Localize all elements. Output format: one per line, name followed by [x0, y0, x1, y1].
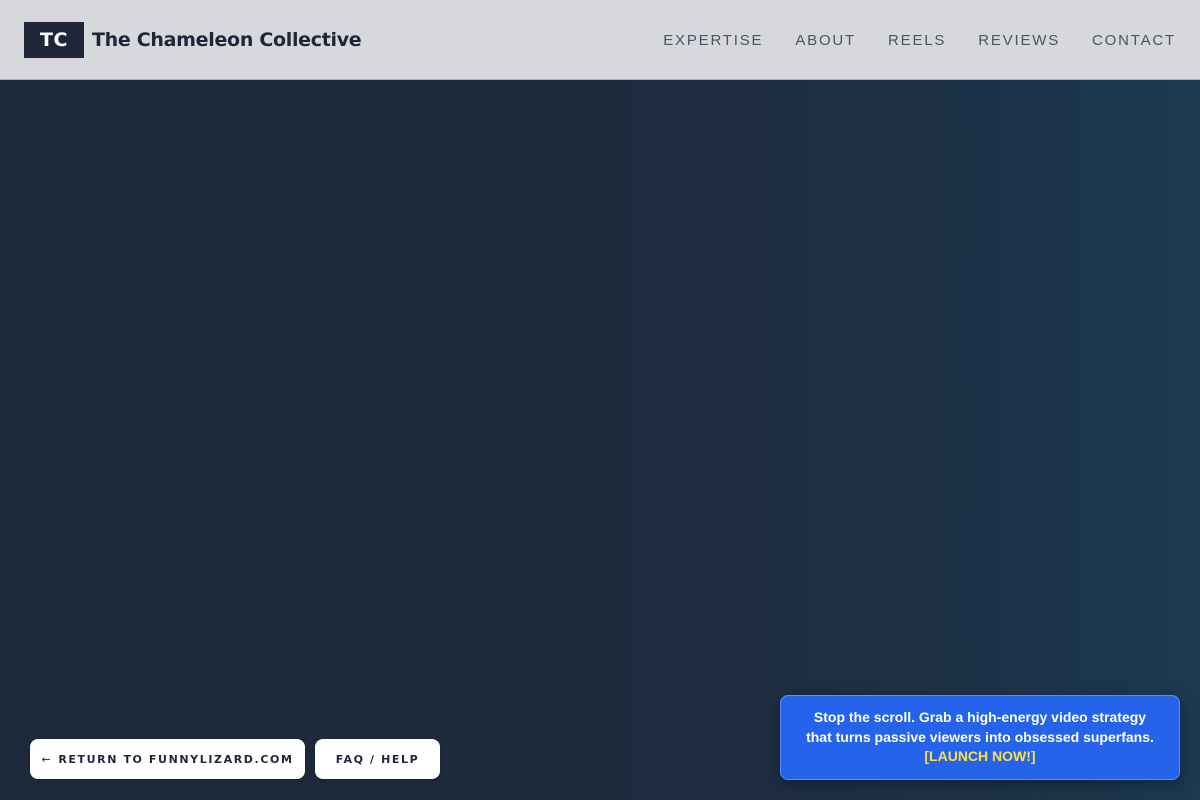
arrow-left-icon: ← — [41, 752, 53, 766]
faq-help-button[interactable]: FAQ / HELP — [315, 739, 440, 779]
launch-now-link[interactable]: [LAUNCH NOW!] — [924, 747, 1035, 767]
promo-line-1: Stop the scroll. Grab a high-energy vide… — [813, 709, 1147, 726]
nav-item-about[interactable]: ABOUT — [795, 32, 856, 49]
nav-item-contact[interactable]: CONTACT — [1092, 32, 1176, 49]
nav-item-expertise[interactable]: EXPERTISE — [663, 32, 763, 49]
return-to-site-button[interactable]: ← RETURN TO FUNNYLIZARD.COM — [30, 739, 305, 779]
nav-item-reviews[interactable]: REVIEWS — [978, 32, 1060, 49]
main-nav: EXPERTISE ABOUT REELS REVIEWS CONTACT — [663, 22, 1176, 58]
return-button-label: RETURN TO FUNNYLIZARD.COM — [58, 752, 294, 766]
promo-line-2: that turns passive viewers into obsessed… — [806, 728, 1154, 745]
faq-button-label: FAQ / HELP — [335, 752, 420, 766]
site-header: TC The Chameleon Collective EXPERTISE AB… — [0, 0, 1200, 80]
brand-name[interactable]: The Chameleon Collective — [92, 22, 362, 58]
logo-mark[interactable]: TC — [24, 22, 84, 58]
nav-item-reels[interactable]: REELS — [888, 32, 946, 49]
promo-banner[interactable]: Stop the scroll. Grab a high-energy vide… — [780, 695, 1180, 780]
